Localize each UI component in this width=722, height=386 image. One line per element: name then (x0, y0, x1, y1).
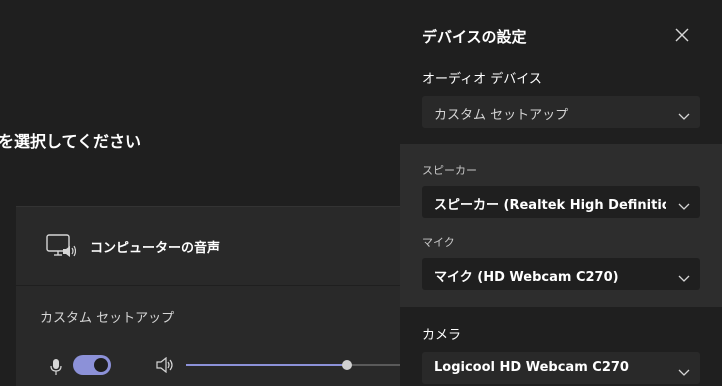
mic-select[interactable]: マイク (HD Webcam C270) (422, 258, 700, 290)
volume-slider-thumb[interactable] (341, 360, 352, 370)
speaker-select[interactable]: スピーカー (Realtek High Definition... (422, 186, 700, 218)
audio-device-value: カスタム セットアップ (434, 108, 569, 123)
speaker-label: スピーカー (422, 164, 477, 177)
volume-slider[interactable] (186, 360, 400, 370)
chevron-down-icon (678, 269, 690, 282)
device-settings-panel: デバイスの設定 オーディオ デバイス カスタム セットアップ スピーカー スピー… (400, 0, 722, 385)
volume-slider-fill (186, 364, 347, 366)
audio-options-card: コンピューターの音声 カスタム セットアップ (16, 206, 400, 386)
monitor-speaker-icon (46, 233, 77, 261)
custom-setup-label: カスタム セットアップ (40, 311, 175, 326)
speaker-volume-icon (156, 356, 174, 374)
microphone-icon (50, 359, 62, 375)
close-icon[interactable] (674, 27, 690, 43)
camera-value: Logicool HD Webcam C270 (434, 360, 629, 375)
panel-title: デバイスの設定 (422, 28, 527, 46)
speaker-value: スピーカー (Realtek High Definition... (434, 198, 666, 213)
page-heading: を選択してください (0, 132, 142, 151)
chevron-down-icon (678, 107, 690, 120)
mic-value: マイク (HD Webcam C270) (434, 270, 619, 285)
camera-label: カメラ (422, 328, 462, 343)
chevron-down-icon (678, 197, 690, 210)
audio-device-select[interactable]: カスタム セットアップ (422, 96, 700, 128)
mic-toggle[interactable] (73, 355, 111, 375)
computer-audio-label: コンピューターの音声 (90, 241, 221, 256)
mic-label: マイク (422, 236, 455, 249)
speaker-mic-group: スピーカー スピーカー (Realtek High Definition... … (400, 144, 722, 307)
camera-select[interactable]: Logicool HD Webcam C270 (422, 352, 700, 384)
audio-device-label: オーディオ デバイス (422, 72, 542, 87)
computer-audio-option[interactable]: コンピューターの音声 (16, 207, 400, 286)
mic-toggle-knob (94, 358, 108, 372)
chevron-down-icon (678, 363, 690, 376)
